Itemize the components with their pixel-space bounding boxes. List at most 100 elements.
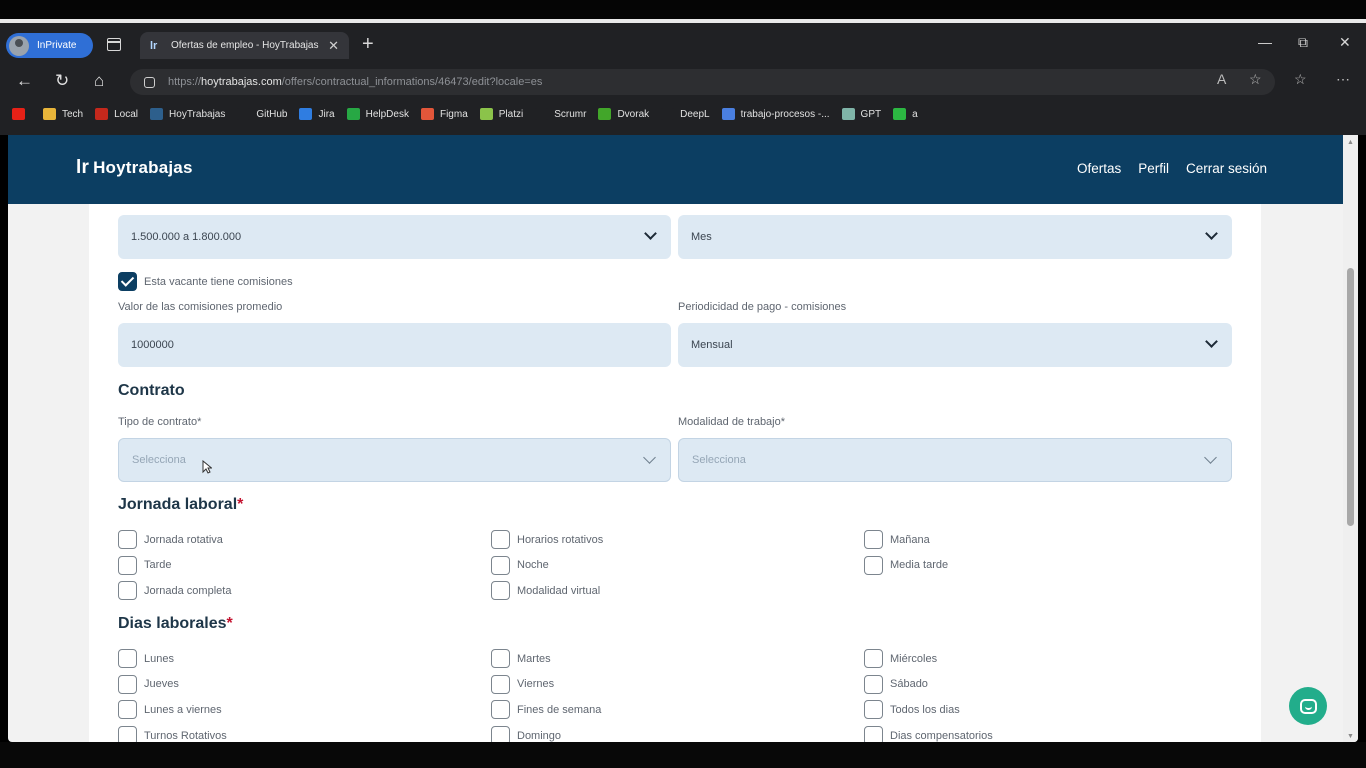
restore-icon[interactable]: ⧉ <box>1298 34 1308 51</box>
bookmark-gpt[interactable]: GPT <box>841 108 881 120</box>
shift-checkbox[interactable]: Noche <box>491 555 549 575</box>
new-tab-icon[interactable]: + <box>362 34 374 54</box>
work-mode-select[interactable]: Selecciona <box>678 438 1232 482</box>
checkbox-unchecked-icon[interactable] <box>491 674 510 694</box>
chat-support-button[interactable] <box>1289 687 1327 725</box>
day-checkbox[interactable]: Jueves <box>118 674 179 694</box>
bookmark-trabajo-procesos[interactable]: trabajo-procesos -... <box>721 108 830 120</box>
contract-type-select[interactable]: Selecciona <box>118 438 671 482</box>
checkbox-checked-icon[interactable] <box>118 272 137 291</box>
minimize-icon[interactable]: — <box>1258 34 1272 50</box>
bookmark-a[interactable]: a <box>893 108 918 120</box>
checkbox-unchecked-icon[interactable] <box>864 530 883 549</box>
commission-checkbox[interactable]: Esta vacante tiene comisiones <box>118 272 293 291</box>
checkbox-unchecked-icon[interactable] <box>118 649 137 668</box>
shift-checkbox[interactable]: Mañana <box>864 530 930 549</box>
shift-option-label: Modalidad virtual <box>517 584 601 597</box>
inprivate-badge[interactable]: InPrivate <box>6 33 93 58</box>
checkbox-unchecked-icon[interactable] <box>491 726 510 742</box>
day-checkbox[interactable]: Fines de semana <box>491 700 601 720</box>
bookmark-hoytrabajas[interactable]: HoyTrabajas <box>150 108 225 120</box>
screen-bottom-bar <box>0 742 1366 768</box>
scroll-up-icon[interactable]: ▲ <box>1347 139 1354 146</box>
salary-select[interactable]: 1.500.000 a 1.800.000 <box>118 215 671 259</box>
checkbox-unchecked-icon[interactable] <box>118 555 137 575</box>
back-icon[interactable]: ← <box>16 71 33 91</box>
page-scrollbar[interactable]: ▲ ▼ <box>1343 135 1358 742</box>
bookmark-jira[interactable]: Jira <box>299 108 335 120</box>
checkbox-unchecked-icon[interactable] <box>118 581 137 601</box>
nav-cerrar-sesion[interactable]: Cerrar sesión <box>1186 161 1267 176</box>
bookmark-github[interactable]: GitHub <box>237 108 287 120</box>
favorite-star-icon[interactable]: ☆ <box>1249 71 1262 88</box>
shift-checkbox[interactable]: Jornada completa <box>118 581 231 601</box>
checkbox-unchecked-icon[interactable] <box>118 726 137 742</box>
nav-perfil[interactable]: Perfil <box>1138 161 1169 176</box>
tab-close-icon[interactable]: ✕ <box>328 38 339 54</box>
tab-actions-icon[interactable] <box>107 38 121 51</box>
close-window-icon[interactable]: ✕ <box>1339 34 1351 51</box>
day-checkbox[interactable]: Todos los dias <box>864 700 960 720</box>
checkbox-unchecked-icon[interactable] <box>491 555 510 575</box>
chevron-down-icon <box>1205 227 1218 240</box>
home-icon[interactable]: ⌂ <box>94 71 104 91</box>
checkbox-unchecked-icon[interactable] <box>864 649 883 668</box>
bookmark-scrumr[interactable]: Scrumr <box>535 108 586 120</box>
bookmark-platzi[interactable]: Platzi <box>479 108 523 120</box>
checkbox-unchecked-icon[interactable] <box>864 555 883 575</box>
bookmark-figma[interactable]: Figma <box>420 108 468 120</box>
checkbox-unchecked-icon[interactable] <box>864 700 883 720</box>
salary-period-select[interactable]: Mes <box>678 215 1232 259</box>
checkbox-unchecked-icon[interactable] <box>491 700 510 720</box>
scrollbar-thumb[interactable] <box>1347 268 1354 526</box>
commission-period-select[interactable]: Mensual <box>678 323 1232 367</box>
bookmark-dvorak[interactable]: Dvorak <box>598 108 649 120</box>
day-checkbox[interactable]: Martes <box>491 649 551 668</box>
bookmark-tech[interactable]: Tech <box>43 108 83 120</box>
checkbox-unchecked-icon[interactable] <box>491 649 510 668</box>
nav-ofertas[interactable]: Ofertas <box>1077 161 1121 176</box>
shift-checkbox[interactable]: Tarde <box>118 555 172 575</box>
commission-value-input[interactable]: 1000000 <box>118 323 671 367</box>
scroll-down-icon[interactable]: ▼ <box>1347 733 1354 740</box>
checkbox-unchecked-icon[interactable] <box>864 726 883 742</box>
checkbox-unchecked-icon[interactable] <box>118 700 137 720</box>
day-checkbox[interactable]: Lunes <box>118 649 174 668</box>
day-checkbox[interactable]: Sábado <box>864 674 928 694</box>
more-icon[interactable]: ⋯ <box>1336 71 1350 88</box>
site-logo[interactable]: lr Hoytrabajas <box>76 157 193 179</box>
contract-type-placeholder: Selecciona <box>132 454 186 466</box>
browser-tab[interactable]: lr Ofertas de empleo - HoyTrabajas ✕ <box>140 32 349 59</box>
bookmark-deepl[interactable]: DeepL <box>661 108 710 120</box>
address-bar[interactable]: https://hoytrabajas.com/offers/contractu… <box>130 69 1275 95</box>
day-checkbox[interactable]: Dias compensatorios <box>864 726 993 742</box>
bookmark-label: trabajo-procesos -... <box>740 108 830 120</box>
helpdesk-icon <box>346 108 360 120</box>
chevron-down-icon <box>1204 451 1217 464</box>
checkbox-unchecked-icon[interactable] <box>118 674 137 694</box>
checkbox-unchecked-icon[interactable] <box>491 530 510 549</box>
site-nav: Ofertas Perfil Cerrar sesión <box>1060 161 1267 176</box>
bookmark-youtube[interactable] <box>12 108 31 120</box>
day-checkbox[interactable]: Viernes <box>491 674 554 694</box>
day-checkbox[interactable]: Domingo <box>491 726 561 742</box>
day-checkbox[interactable]: Miércoles <box>864 649 937 668</box>
day-option-label: Miércoles <box>890 652 938 665</box>
day-option-label: Dias compensatorios <box>890 729 993 742</box>
whatsapp-icon <box>893 108 907 120</box>
day-checkbox[interactable]: Turnos Rotativos <box>118 726 227 742</box>
bookmark-local[interactable]: Local <box>95 108 138 120</box>
checkbox-unchecked-icon[interactable] <box>118 530 137 549</box>
shift-checkbox[interactable]: Jornada rotativa <box>118 530 223 549</box>
refresh-icon[interactable]: ↻ <box>55 71 69 91</box>
read-aloud-icon[interactable]: A <box>1217 71 1226 87</box>
shift-checkbox[interactable]: Media tarde <box>864 555 948 575</box>
favorites-icon[interactable]: ☆ <box>1294 71 1307 88</box>
shift-checkbox[interactable]: Modalidad virtual <box>491 581 601 601</box>
shift-checkbox[interactable]: Horarios rotativos <box>491 530 603 549</box>
checkbox-unchecked-icon[interactable] <box>491 581 510 601</box>
day-checkbox[interactable]: Lunes a viernes <box>118 700 222 720</box>
lock-icon[interactable] <box>144 76 155 88</box>
checkbox-unchecked-icon[interactable] <box>864 674 883 694</box>
bookmark-helpdesk[interactable]: HelpDesk <box>346 108 409 120</box>
